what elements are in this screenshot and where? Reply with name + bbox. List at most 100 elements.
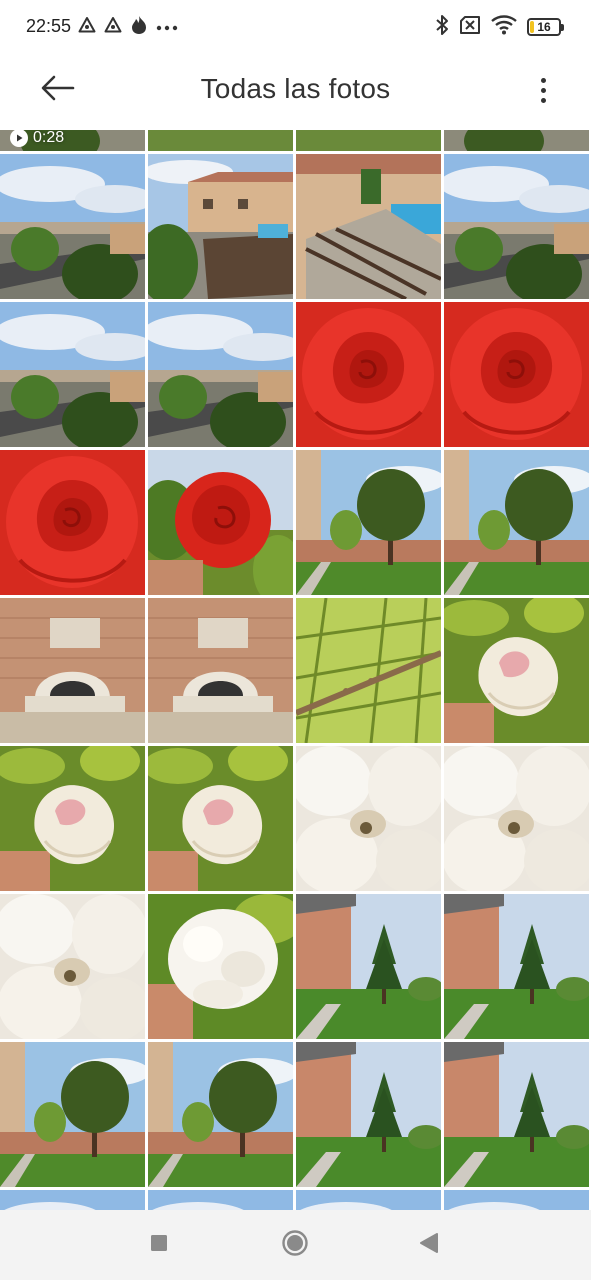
photo-image: [296, 1190, 441, 1210]
photo-thumbnail[interactable]: 0:28: [0, 130, 145, 151]
photo-thumbnail[interactable]: [444, 302, 589, 447]
home-circle-icon: [281, 1229, 309, 1262]
status-notification-icons: [78, 15, 178, 40]
photo-image: [444, 894, 589, 1039]
photo-image: [148, 154, 293, 299]
photo-thumbnail[interactable]: [148, 130, 293, 151]
battery-icon: 16: [527, 18, 564, 36]
photo-thumbnail[interactable]: [0, 1190, 145, 1210]
status-bar: 22:55 16: [0, 0, 591, 56]
photo-thumbnail[interactable]: [444, 450, 589, 595]
photo-thumbnail[interactable]: [296, 1042, 441, 1187]
more-options-button[interactable]: [531, 70, 555, 110]
photo-image: [148, 130, 293, 151]
photo-image: [444, 1042, 589, 1187]
photo-image: [148, 894, 293, 1039]
photo-thumbnail[interactable]: [444, 130, 589, 151]
photo-thumbnail[interactable]: [148, 1190, 293, 1210]
photo-thumbnail[interactable]: [296, 450, 441, 595]
back-nav-button[interactable]: [412, 1228, 446, 1262]
photo-thumbnail[interactable]: [296, 154, 441, 299]
photo-thumbnail[interactable]: [444, 1042, 589, 1187]
photo-image: [296, 1042, 441, 1187]
photo-image: [148, 302, 293, 447]
home-button[interactable]: [278, 1228, 312, 1262]
photo-thumbnail[interactable]: [148, 302, 293, 447]
photo-image: [0, 450, 145, 595]
wifi-icon: [491, 14, 517, 40]
photo-image: [148, 598, 293, 743]
page-title: Todas las fotos: [200, 73, 391, 104]
photo-image: [296, 154, 441, 299]
photo-thumbnail[interactable]: [444, 154, 589, 299]
photo-thumbnail[interactable]: [444, 1190, 589, 1210]
photo-image: [148, 1190, 293, 1210]
photo-thumbnail[interactable]: [0, 450, 145, 595]
photo-image: [444, 450, 589, 595]
photo-thumbnail[interactable]: [148, 450, 293, 595]
photo-image: [0, 1042, 145, 1187]
photo-grid[interactable]: 0:28: [0, 130, 591, 1210]
status-system-icons: 16: [435, 14, 564, 41]
photo-thumbnail[interactable]: [296, 302, 441, 447]
photo-image: [444, 154, 589, 299]
photo-thumbnail[interactable]: [0, 746, 145, 891]
back-triangle-icon: [419, 1232, 439, 1259]
recents-button[interactable]: [142, 1228, 176, 1262]
photo-image: [0, 746, 145, 891]
photo-image: [296, 746, 441, 891]
photo-thumbnail[interactable]: [296, 894, 441, 1039]
photo-image: [444, 598, 589, 743]
photo-image: [444, 1190, 589, 1210]
play-icon: [10, 130, 28, 147]
photo-image: [296, 450, 441, 595]
app-bar: Todas las fotos: [0, 56, 591, 126]
alert-triangle-icon: [78, 16, 96, 39]
photo-image: [444, 130, 589, 151]
photo-thumbnail[interactable]: [148, 894, 293, 1039]
photo-thumbnail[interactable]: [148, 154, 293, 299]
photo-thumbnail[interactable]: [0, 598, 145, 743]
video-duration: 0:28: [33, 130, 65, 146]
more-horizontal-icon: [156, 18, 178, 36]
alert-triangle-icon: [104, 16, 122, 39]
battery-level: 16: [537, 20, 551, 34]
bluetooth-icon: [435, 14, 449, 41]
video-duration-badge: 0:28: [10, 130, 64, 147]
photo-thumbnail[interactable]: [444, 598, 589, 743]
photo-image: [0, 154, 145, 299]
sim-off-icon: [459, 15, 481, 39]
photo-thumbnail[interactable]: [296, 130, 441, 151]
photo-thumbnail[interactable]: [0, 302, 145, 447]
system-nav-bar: [0, 1210, 591, 1280]
photo-thumbnail[interactable]: [296, 598, 441, 743]
photo-image: [0, 894, 145, 1039]
photo-thumbnail[interactable]: [444, 894, 589, 1039]
photo-image: [0, 302, 145, 447]
photo-image: [296, 894, 441, 1039]
photo-image: [148, 450, 293, 595]
photo-image: [296, 598, 441, 743]
status-time: 22:55: [26, 16, 72, 36]
more-vertical-icon: [540, 77, 546, 103]
photo-thumbnail[interactable]: [296, 1190, 441, 1210]
photo-image: [0, 598, 145, 743]
photo-thumbnail[interactable]: [0, 1042, 145, 1187]
photo-thumbnail[interactable]: [148, 1042, 293, 1187]
photo-image: [148, 746, 293, 891]
photo-thumbnail[interactable]: [148, 746, 293, 891]
photo-image: [296, 130, 441, 151]
flame-icon: [130, 15, 148, 40]
photo-image: [444, 302, 589, 447]
photo-thumbnail[interactable]: [0, 894, 145, 1039]
photo-thumbnail[interactable]: [444, 746, 589, 891]
photo-image: [444, 746, 589, 891]
photo-thumbnail[interactable]: [148, 598, 293, 743]
photo-image: [148, 1042, 293, 1187]
photo-image: [0, 1190, 145, 1210]
photo-thumbnail[interactable]: [296, 746, 441, 891]
recents-square-icon: [150, 1234, 168, 1257]
photo-grid-items: 0:28: [0, 130, 591, 1210]
photo-thumbnail[interactable]: [0, 154, 145, 299]
photo-image: [296, 302, 441, 447]
